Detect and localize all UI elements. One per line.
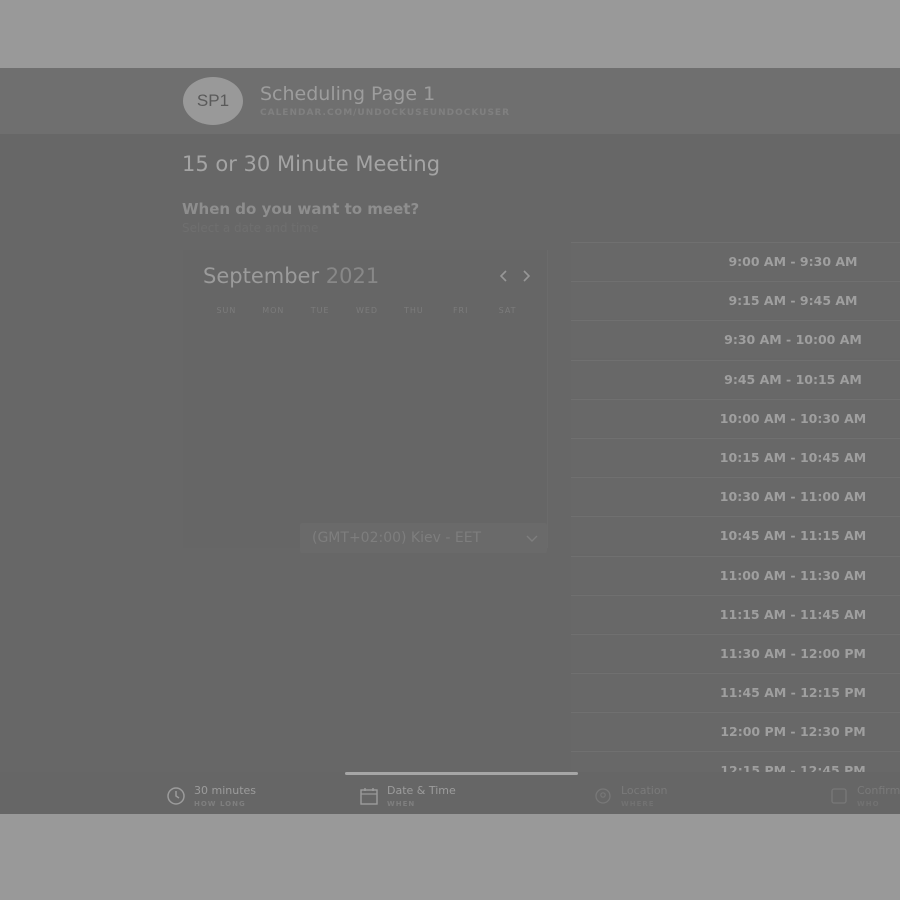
- location-pin-icon: [595, 788, 611, 804]
- weekday-label: WED: [355, 306, 379, 315]
- weekday-label: FRI: [452, 306, 469, 315]
- time-slot[interactable]: 11:00 AM - 11:30 AM: [571, 555, 900, 594]
- weekday-header: SUN MON TUE WED THU FRI SAT: [203, 306, 531, 315]
- calendar-icon: [360, 788, 378, 805]
- step-title: Date & Time: [387, 784, 456, 797]
- when-instruction: Select a date and time: [182, 221, 319, 235]
- step-subtitle: WHEN: [387, 800, 416, 808]
- weekday-label: TUE: [310, 306, 330, 315]
- prev-month-button[interactable]: [495, 266, 513, 286]
- chevron-left-icon: [499, 270, 507, 282]
- page-header: SP1 Scheduling Page 1 CALENDAR.COM/UNDOC…: [0, 68, 900, 134]
- time-slot-label: 11:00 AM - 11:30 AM: [719, 567, 867, 583]
- checkbox-icon: [831, 788, 847, 804]
- time-slot[interactable]: 12:00 PM - 12:30 PM: [571, 712, 900, 751]
- time-slot-label: 9:00 AM - 9:30 AM: [728, 254, 858, 269]
- step-confirm[interactable]: Confirm WHO: [829, 784, 900, 808]
- weekday-label: SAT: [498, 306, 517, 315]
- weekday-label: THU: [403, 306, 424, 315]
- month-name: September: [203, 264, 320, 288]
- weekday-label: SUN: [216, 306, 237, 315]
- time-slot[interactable]: 11:15 AM - 11:45 AM: [571, 594, 900, 633]
- scheduling-app: SP1 Scheduling Page 1 CALENDAR.COM/UNDOC…: [0, 68, 900, 814]
- next-month-button[interactable]: [517, 266, 535, 286]
- time-slot[interactable]: 9:45 AM - 10:15 AM: [571, 359, 900, 398]
- time-slot-label: 10:15 AM - 10:45 AM: [719, 449, 867, 465]
- weekday-label: MON: [262, 306, 285, 315]
- timezone-select[interactable]: (GMT+02:00) Kiev - EET: [300, 523, 547, 553]
- meeting-title: 15 or 30 Minute Meeting: [182, 152, 441, 176]
- time-slot-label: 11:30 AM - 12:00 PM: [720, 645, 866, 661]
- chevron-down-icon: [526, 535, 538, 542]
- time-slot-label: 9:30 AM - 10:00 AM: [724, 332, 862, 348]
- when-heading: When do you want to meet?: [182, 200, 420, 218]
- step-subtitle: HOW LONG: [194, 800, 246, 808]
- time-slot-label: 10:30 AM - 11:00 AM: [719, 489, 867, 505]
- scheduling-page-url[interactable]: CALENDAR.COM/UNDOCKUSEUNDOCKUSER: [260, 108, 510, 118]
- time-slot[interactable]: 9:15 AM - 9:45 AM: [571, 281, 900, 320]
- time-slot[interactable]: 10:00 AM - 10:30 AM: [571, 398, 900, 437]
- step-duration[interactable]: 30 minutes HOW LONG: [166, 784, 256, 808]
- time-slot-label: 10:45 AM - 11:15 AM: [719, 528, 867, 544]
- avatar: SP1: [183, 77, 243, 125]
- time-slot-label: 9:15 AM - 9:45 AM: [728, 293, 858, 309]
- time-slot[interactable]: 10:15 AM - 10:45 AM: [571, 437, 900, 476]
- time-slot[interactable]: 9:30 AM - 10:00 AM: [571, 320, 900, 359]
- step-footer: 30 minutes HOW LONG Date & Time WHEN Loc…: [0, 772, 900, 814]
- scheduling-page-title: Scheduling Page 1: [260, 83, 436, 105]
- step-location[interactable]: Location WHERE: [593, 784, 668, 808]
- step-subtitle: WHERE: [621, 800, 655, 808]
- step-title: Confirm: [857, 784, 900, 797]
- step-subtitle: WHO: [857, 800, 880, 808]
- time-slot[interactable]: 10:45 AM - 11:15 AM: [571, 516, 900, 555]
- time-slot[interactable]: 9:00 AM - 9:30 AM: [571, 242, 900, 280]
- month-year: 2021: [325, 264, 380, 288]
- time-slot-label: 11:45 AM - 12:15 PM: [720, 685, 866, 701]
- time-slot[interactable]: 10:30 AM - 11:00 AM: [571, 477, 900, 516]
- active-step-indicator: [345, 772, 578, 775]
- time-slot[interactable]: 11:30 AM - 12:00 PM: [571, 633, 900, 672]
- time-slot-label: 10:00 AM - 10:30 AM: [719, 410, 867, 426]
- calendar-panel: September 2021 SUN MON TUE WED THU FRI S…: [183, 250, 548, 548]
- step-date-time[interactable]: Date & Time WHEN: [359, 784, 456, 808]
- chevron-right-icon: [523, 270, 531, 282]
- step-title: 30 minutes: [194, 784, 257, 797]
- time-slot-label: 12:00 PM - 12:30 PM: [720, 724, 866, 740]
- time-slot[interactable]: 11:45 AM - 12:15 PM: [571, 673, 900, 712]
- time-slot-label: 9:45 AM - 10:15 AM: [724, 371, 862, 387]
- time-slot-list: 9:00 AM - 9:30 AM 9:15 AM - 9:45 AM 9:30…: [571, 242, 900, 791]
- clock-icon: [167, 787, 185, 805]
- step-title: Location: [621, 784, 668, 797]
- time-slot-label: 11:15 AM - 11:45 AM: [719, 606, 867, 622]
- month-label: September 2021: [203, 264, 379, 288]
- timezone-value: (GMT+02:00) Kiev - EET: [312, 530, 482, 546]
